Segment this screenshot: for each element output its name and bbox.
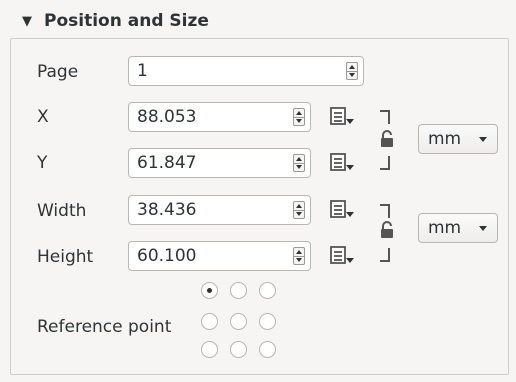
x-label: X: [37, 107, 49, 127]
size-units-value: mm: [428, 218, 462, 238]
height-spinbox[interactable]: 60.100: [128, 241, 311, 271]
lock-open-icon[interactable]: [380, 130, 394, 148]
width-spinbox[interactable]: 38.436: [128, 195, 311, 225]
data-defined-override-icon[interactable]: [329, 198, 355, 222]
reference-point-bottom-left-radio[interactable]: [201, 341, 218, 358]
height-label: Height: [37, 247, 94, 267]
y-spin-arrows[interactable]: [293, 154, 305, 172]
reference-point-bottom-middle-radio[interactable]: [230, 341, 247, 358]
reference-point-middle-left-radio[interactable]: [201, 313, 218, 330]
chevron-down-icon: [479, 226, 487, 231]
height-value: 60.100: [137, 246, 197, 266]
page-value: 1: [137, 61, 148, 81]
width-spin-arrows[interactable]: [293, 201, 305, 219]
data-defined-override-icon[interactable]: [329, 105, 355, 129]
height-spin-arrows[interactable]: [293, 247, 305, 265]
page-spinbox[interactable]: 1: [128, 56, 364, 86]
width-value: 38.436: [137, 200, 197, 220]
lock-bracket-top: [380, 110, 390, 124]
width-label: Width: [37, 201, 87, 221]
reference-point-top-right-radio[interactable]: [259, 282, 276, 299]
position-units-select[interactable]: mm: [418, 124, 498, 154]
x-value: 88.053: [137, 107, 197, 127]
reference-point-center-radio[interactable]: [230, 313, 247, 330]
position-units-value: mm: [428, 129, 462, 149]
size-units-select[interactable]: mm: [418, 213, 498, 243]
page-label: Page: [37, 62, 79, 82]
group-title: Position and Size: [44, 11, 209, 31]
reference-point-middle-right-radio[interactable]: [259, 313, 276, 330]
reference-point-bottom-right-radio[interactable]: [259, 341, 276, 358]
chevron-down-icon: [479, 137, 487, 142]
group-header-position-and-size[interactable]: ▼ Position and Size: [10, 4, 508, 38]
page-spin-arrows[interactable]: [346, 62, 358, 80]
data-defined-override-icon[interactable]: [329, 244, 355, 268]
lock-bracket-bottom: [380, 156, 390, 170]
lock-open-icon[interactable]: [380, 221, 394, 239]
x-spinbox[interactable]: 88.053: [128, 102, 311, 132]
y-label: Y: [37, 153, 48, 173]
lock-bracket-bottom: [380, 248, 390, 262]
y-spinbox[interactable]: 61.847: [128, 148, 311, 178]
data-defined-override-icon[interactable]: [329, 151, 355, 175]
reference-point-top-middle-radio[interactable]: [230, 282, 247, 299]
x-spin-arrows[interactable]: [293, 108, 305, 126]
y-value: 61.847: [137, 153, 197, 173]
lock-bracket-top: [380, 204, 390, 218]
triangle-down-icon[interactable]: ▼: [22, 14, 32, 29]
reference-point-top-left-radio[interactable]: [201, 282, 218, 299]
reference-point-label: Reference point: [37, 317, 172, 337]
